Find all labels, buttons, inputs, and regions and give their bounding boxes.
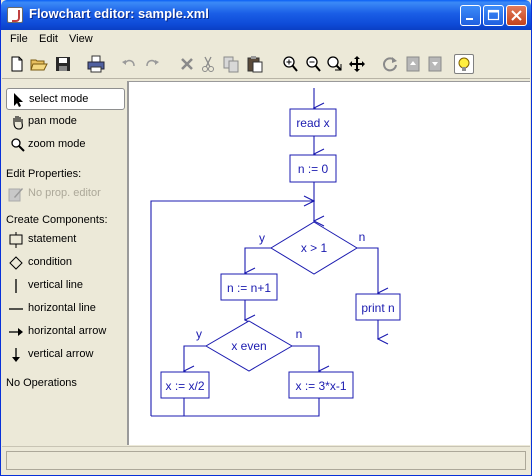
node-halve-x-label: x := x/2 bbox=[165, 379, 204, 393]
component-vertical-line[interactable]: vertical line bbox=[6, 276, 125, 296]
component-statement[interactable]: statement bbox=[6, 230, 125, 250]
zoom-mode-button[interactable]: zoom mode bbox=[6, 134, 125, 156]
redo-icon[interactable] bbox=[142, 54, 162, 74]
property-editor-item: No prop. editor bbox=[6, 184, 125, 204]
node-init-n-label: n := 0 bbox=[298, 162, 329, 176]
component-horizontal-arrow-label: horizontal arrow bbox=[28, 325, 107, 337]
component-statement-label: statement bbox=[28, 233, 77, 245]
toolbar bbox=[2, 49, 530, 79]
status-bar bbox=[2, 446, 530, 474]
flowchart-diagram[interactable]: read x n := 0 x > 1 y n n := n+1 print n… bbox=[129, 82, 530, 445]
maximize-icon bbox=[487, 9, 500, 21]
move-icon[interactable] bbox=[347, 54, 367, 74]
zoom-fit-icon[interactable] bbox=[325, 54, 345, 74]
branch-yes-label-1: y bbox=[259, 231, 265, 245]
java-app-icon bbox=[7, 7, 23, 23]
minimize-icon bbox=[466, 18, 473, 20]
move-to-back-icon[interactable] bbox=[403, 54, 423, 74]
zoom-mode-label: zoom mode bbox=[28, 138, 86, 150]
select-mode-label: select mode bbox=[29, 93, 89, 105]
menu-bar: File Edit View bbox=[2, 30, 530, 49]
arrow-cursor-icon bbox=[14, 93, 23, 107]
component-horizontal-line[interactable]: horizontal line bbox=[6, 299, 125, 319]
paste-icon[interactable] bbox=[245, 54, 265, 74]
app-window: Flowchart editor: sample.xml File Edit V… bbox=[0, 0, 532, 476]
node-condition-x-even-label: x even bbox=[231, 339, 266, 353]
flowchart-canvas[interactable]: read x n := 0 x > 1 y n n := n+1 print n… bbox=[127, 81, 530, 445]
create-components-title: Create Components: bbox=[6, 214, 108, 226]
status-field bbox=[6, 451, 526, 470]
select-mode-button[interactable]: select mode bbox=[6, 88, 125, 110]
menu-view[interactable]: View bbox=[69, 33, 93, 45]
hand-icon bbox=[13, 116, 23, 130]
minimize-button[interactable] bbox=[460, 5, 481, 26]
operations-title: No Operations bbox=[6, 377, 77, 389]
refresh-icon[interactable] bbox=[380, 54, 400, 74]
side-panel: select mode pan mode zoom mode Edit Prop… bbox=[2, 82, 126, 444]
close-icon bbox=[511, 10, 522, 21]
menu-file[interactable]: File bbox=[10, 33, 28, 45]
node-condition-x-gt-1-label: x > 1 bbox=[301, 241, 328, 255]
condition-diamond-icon bbox=[9, 256, 23, 270]
cut-icon[interactable] bbox=[198, 54, 218, 74]
close-button[interactable] bbox=[506, 5, 527, 26]
node-print-n-label: print n bbox=[361, 301, 394, 315]
zoom-out-icon[interactable] bbox=[303, 54, 323, 74]
statement-box-icon bbox=[9, 232, 23, 248]
node-read-x-label: read x bbox=[296, 116, 329, 130]
component-horizontal-line-label: horizontal line bbox=[28, 302, 96, 314]
edit-properties-title: Edit Properties: bbox=[6, 168, 82, 180]
delete-icon[interactable] bbox=[177, 54, 197, 74]
window-title: Flowchart editor: sample.xml bbox=[29, 6, 209, 21]
undo-icon[interactable] bbox=[119, 54, 139, 74]
open-folder-icon[interactable] bbox=[29, 54, 49, 74]
zoom-in-icon[interactable] bbox=[280, 54, 300, 74]
node-triple-x-label: x := 3*x-1 bbox=[295, 379, 346, 393]
copy-icon[interactable] bbox=[221, 54, 241, 74]
vertical-arrow-icon bbox=[12, 348, 20, 362]
component-vertical-arrow[interactable]: vertical arrow bbox=[6, 345, 125, 365]
move-to-front-icon[interactable] bbox=[425, 54, 445, 74]
component-condition[interactable]: condition bbox=[6, 253, 125, 273]
save-icon[interactable] bbox=[53, 54, 73, 74]
hint-bulb-icon[interactable] bbox=[454, 54, 474, 74]
print-icon[interactable] bbox=[86, 54, 106, 74]
branch-no-label-2: n bbox=[296, 327, 303, 341]
branch-no-label-1: n bbox=[359, 230, 366, 244]
component-horizontal-arrow[interactable]: horizontal arrow bbox=[6, 322, 125, 342]
component-vertical-line-label: vertical line bbox=[28, 279, 84, 291]
maximize-button[interactable] bbox=[483, 5, 504, 26]
magnifier-icon bbox=[11, 138, 25, 152]
vertical-line-icon bbox=[15, 279, 17, 293]
branch-yes-label-2: y bbox=[196, 327, 202, 341]
edit-pencil-icon bbox=[8, 188, 23, 202]
component-condition-label: condition bbox=[28, 256, 73, 268]
pan-mode-label: pan mode bbox=[28, 115, 77, 127]
horizontal-arrow-icon bbox=[9, 328, 23, 336]
node-increment-n-label: n := n+1 bbox=[227, 281, 271, 295]
horizontal-line-icon bbox=[9, 308, 23, 310]
new-file-icon[interactable] bbox=[7, 54, 27, 74]
property-editor-label: No prop. editor bbox=[28, 187, 101, 199]
pan-mode-button[interactable]: pan mode bbox=[6, 111, 125, 133]
menu-edit[interactable]: Edit bbox=[39, 33, 58, 45]
component-vertical-arrow-label: vertical arrow bbox=[28, 348, 94, 360]
title-bar[interactable]: Flowchart editor: sample.xml bbox=[1, 0, 531, 30]
